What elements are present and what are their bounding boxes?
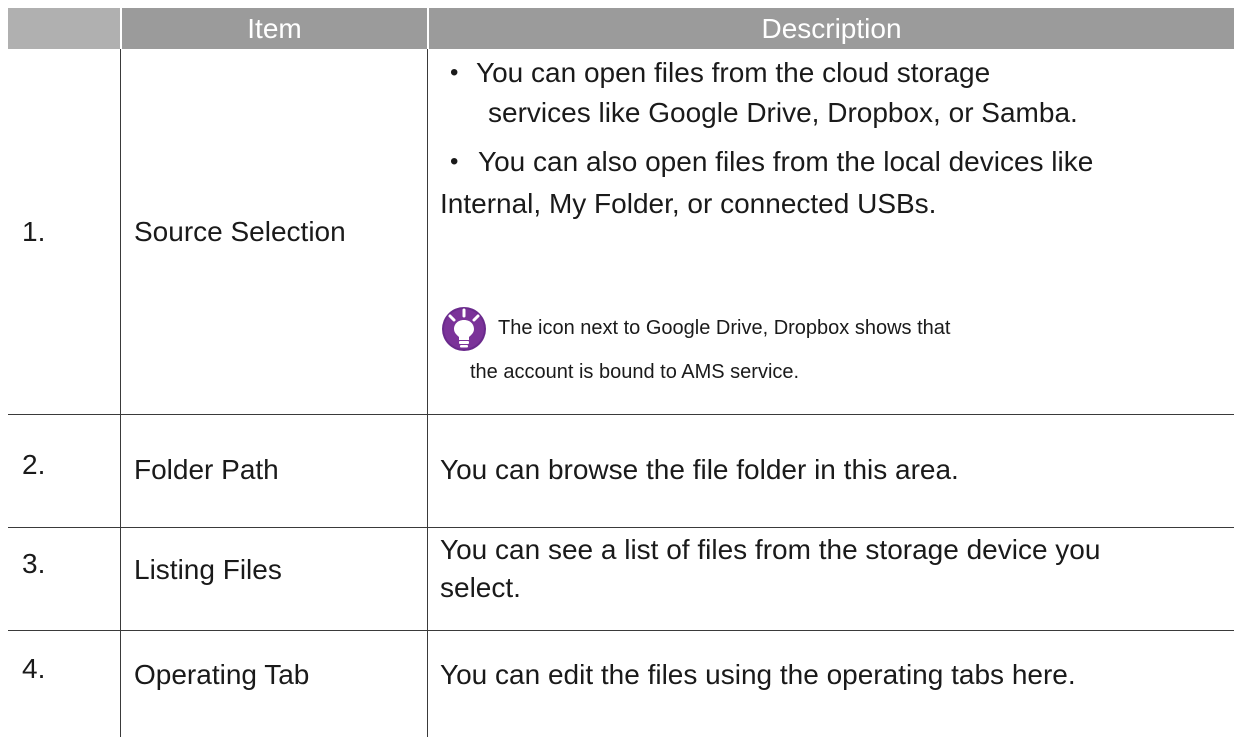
- row-1-bullet-2-line-1: You can also open files from the local d…: [478, 146, 1094, 177]
- row-1-note-line-1: The icon next to Google Drive, Dropbox s…: [498, 317, 951, 339]
- row-4-number: 4.: [22, 653, 46, 684]
- row-1-note-line-2: the account is bound to AMS service.: [470, 361, 800, 383]
- bullet-dot: •: [450, 148, 459, 175]
- lightbulb-tip-icon: [442, 307, 486, 351]
- bullet-dot: •: [450, 59, 459, 86]
- row-3-number: 3.: [22, 548, 46, 579]
- row-divider-2: [8, 527, 1234, 528]
- row-divider-3: [8, 630, 1234, 631]
- feature-table: Item Description 1. Source Selection • Y…: [0, 0, 1242, 737]
- row-2-item: Folder Path: [134, 454, 279, 485]
- row-1-bullet-1-line-2: services like Google Drive, Dropbox, or …: [488, 97, 1078, 128]
- row-1-item: Source Selection: [134, 216, 346, 247]
- row-2-description: You can browse the file folder in this a…: [440, 454, 959, 485]
- row-3-description-line-1: You can see a list of files from the sto…: [440, 534, 1101, 565]
- row-1-bullet-2-line-2: Internal, My Folder, or connected USBs.: [440, 188, 937, 219]
- column-divider-2: [427, 49, 428, 737]
- row-3-description-line-2: select.: [440, 572, 521, 603]
- row-2-number: 2.: [22, 449, 46, 480]
- row-divider-1: [8, 414, 1234, 415]
- column-divider-1: [120, 49, 121, 737]
- row-1-number: 1.: [22, 216, 46, 247]
- row-1-bullet-1-line-1: You can open files from the cloud storag…: [476, 57, 991, 88]
- header-item-cell: Item: [121, 8, 427, 49]
- row-3-item: Listing Files: [134, 554, 282, 585]
- header-number-cell: [8, 8, 120, 49]
- row-4-description: You can edit the files using the operati…: [440, 659, 1076, 690]
- header-description-cell: Description: [428, 8, 1234, 49]
- row-4-item: Operating Tab: [134, 659, 310, 690]
